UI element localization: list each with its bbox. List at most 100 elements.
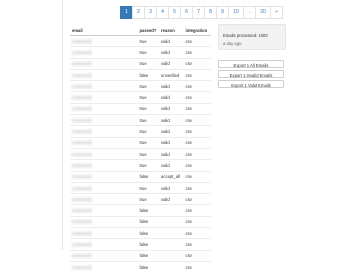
email-cell: [redacted]	[70, 204, 138, 217]
email-cell: [redacted]	[70, 170, 138, 183]
integration-cell: csv	[183, 68, 211, 81]
redacted-email-text: [redacted]	[72, 219, 92, 225]
email-cell: [redacted]	[70, 147, 138, 160]
passed-cell: false	[137, 68, 160, 81]
emails-table: email passed? reason integration [redact…	[70, 25, 211, 272]
passed-cell: false	[137, 215, 160, 228]
integration-cell: csv	[183, 57, 211, 70]
redacted-email-text: [redacted]	[72, 162, 92, 168]
column-header-integration: integration	[183, 25, 211, 36]
email-cell: [redacted]	[70, 114, 138, 126]
page-link-next[interactable]: »	[270, 6, 283, 19]
export-all-emails-button[interactable]: Export 1 All Emails	[218, 60, 284, 68]
column-header-reason: reason	[159, 25, 184, 36]
passed-cell: true	[137, 46, 160, 59]
table-row: [redacted] false unverified csv	[70, 68, 211, 81]
redacted-email-text: [redacted]	[72, 49, 92, 55]
passed-cell: true	[137, 136, 160, 149]
redacted-email-text: [redacted]	[72, 129, 92, 135]
redacted-email-text: [redacted]	[72, 140, 92, 146]
table-row: [redacted] true valid csv	[70, 147, 211, 160]
reason-cell: accept_all	[159, 170, 184, 183]
table-row: [redacted] false csv	[70, 249, 211, 262]
passed-cell: true	[137, 114, 160, 126]
reason-cell: valid	[159, 193, 184, 205]
table-row: [redacted] false csv	[70, 227, 211, 239]
email-cell: [redacted]	[70, 34, 138, 47]
table-row: [redacted] true valid csv	[70, 193, 211, 205]
processed-time-text: a day ago	[223, 41, 242, 46]
column-header-email: email	[70, 25, 138, 36]
redacted-email-text: [redacted]	[72, 196, 92, 202]
reason-cell	[159, 249, 184, 262]
table-row: [redacted] true valid csv	[70, 114, 211, 126]
redacted-email-text: [redacted]	[72, 117, 92, 123]
reason-cell: valid	[159, 147, 184, 160]
table-row: [redacted] true valid csv	[70, 159, 211, 172]
redacted-email-text: [redacted]	[72, 72, 92, 78]
reason-cell: valid	[159, 114, 184, 126]
integration-cell: csv	[183, 80, 211, 92]
table-header-row: email passed? reason integration	[70, 25, 211, 36]
reason-cell: valid	[159, 181, 184, 194]
email-cell: [redacted]	[70, 249, 138, 262]
redacted-email-text: [redacted]	[72, 185, 92, 191]
passed-cell: true	[137, 34, 160, 47]
reason-cell	[159, 215, 184, 228]
redacted-email-text: [redacted]	[72, 95, 92, 101]
export-valid-emails-button[interactable]: Export 1 Valid Emails	[218, 80, 284, 88]
reason-cell	[159, 204, 184, 217]
table-row: [redacted] false csv	[70, 204, 211, 217]
content-divider	[62, 0, 63, 250]
integration-cell: csv	[183, 34, 211, 47]
page-link-10[interactable]: 10	[228, 6, 244, 19]
redacted-email-text: [redacted]	[72, 208, 92, 214]
redacted-email-text: [redacted]	[72, 241, 92, 247]
email-cell: [redacted]	[70, 227, 138, 239]
integration-cell: csv	[183, 91, 211, 104]
integration-cell: csv	[183, 215, 211, 228]
reason-cell: unverified	[159, 68, 184, 81]
integration-cell: csv	[183, 147, 211, 160]
pagination: 1 2 3 4 5 6 7 8 9 10 … 20 »	[120, 6, 283, 19]
reason-cell: valid	[159, 46, 184, 59]
passed-cell: true	[137, 193, 160, 205]
table-row: [redacted] true valid csv	[70, 102, 211, 115]
email-cell: [redacted]	[70, 102, 138, 115]
redacted-email-text: [redacted]	[72, 106, 92, 112]
passed-cell: true	[137, 159, 160, 172]
integration-cell: csv	[183, 46, 211, 59]
table-row: [redacted] true valid csv	[70, 181, 211, 194]
redacted-email-text: [redacted]	[72, 174, 92, 180]
redacted-email-text: [redacted]	[72, 264, 92, 270]
reason-cell	[159, 227, 184, 239]
reason-cell: valid	[159, 159, 184, 172]
table-row: [redacted] false accept_all csv	[70, 170, 211, 183]
integration-cell: csv	[183, 227, 211, 239]
email-cell: [redacted]	[70, 159, 138, 172]
reason-cell: valid	[159, 80, 184, 92]
table-row: [redacted] true valid csv	[70, 125, 211, 138]
page-link-last[interactable]: 20	[255, 6, 271, 19]
passed-cell: true	[137, 91, 160, 104]
table-row: [redacted] true valid csv	[70, 136, 211, 149]
passed-cell: false	[137, 170, 160, 183]
integration-cell: csv	[183, 193, 211, 205]
passed-cell: true	[137, 57, 160, 70]
emails-processed-text: Emails processed: 1000	[223, 33, 268, 38]
reason-cell: valid	[159, 34, 184, 47]
redacted-email-text: [redacted]	[72, 61, 92, 67]
integration-cell: csv	[183, 159, 211, 172]
export-invalid-emails-button[interactable]: Export 1 Invalid Emails	[218, 70, 284, 78]
table-row: [redacted] true valid csv	[70, 34, 211, 47]
redacted-email-text: [redacted]	[72, 83, 92, 89]
column-header-passed: passed?	[137, 25, 160, 36]
reason-cell	[159, 260, 184, 272]
passed-cell: true	[137, 80, 160, 92]
redacted-email-text: [redacted]	[72, 151, 92, 157]
reason-cell: valid	[159, 125, 184, 138]
integration-cell: csv	[183, 238, 211, 251]
integration-cell: csv	[183, 125, 211, 138]
integration-cell: csv	[183, 114, 211, 126]
passed-cell: false	[137, 227, 160, 239]
